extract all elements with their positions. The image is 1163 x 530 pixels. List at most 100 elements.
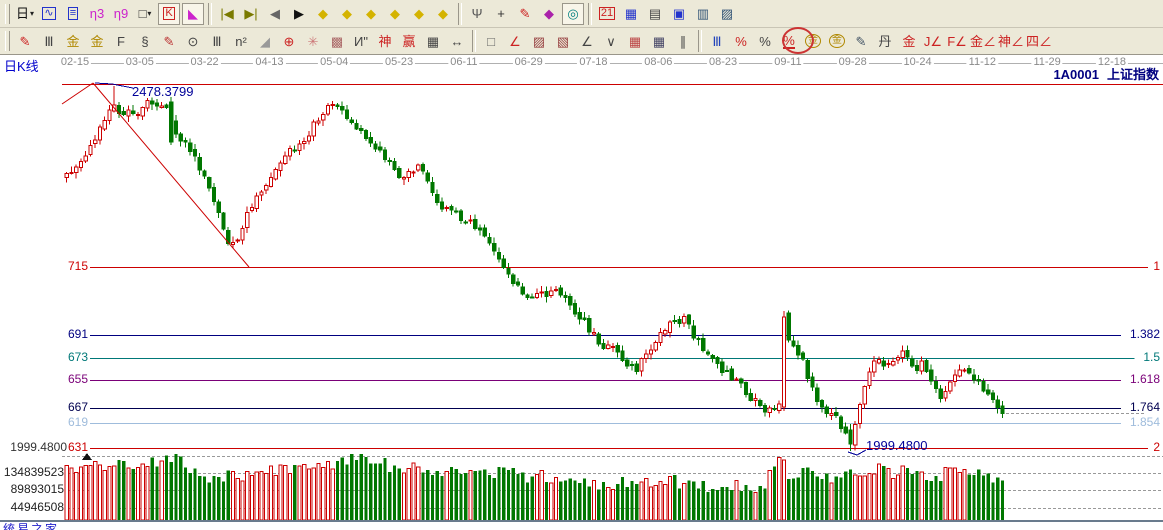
volume-bar-down xyxy=(179,457,182,520)
volume-bar-up xyxy=(830,483,833,520)
volume-bar-down xyxy=(493,478,496,520)
volume-bar-up xyxy=(326,461,329,520)
volume-bar-up xyxy=(659,482,662,520)
candle-down xyxy=(217,202,220,212)
volume-bar-down xyxy=(626,487,629,520)
candle-up xyxy=(317,121,320,123)
volume-bar-up xyxy=(246,471,249,520)
volume-bar-up xyxy=(108,466,111,520)
volume-bar-down xyxy=(939,481,942,520)
date-label: 02-15 xyxy=(59,56,91,68)
pane-splitter[interactable] xyxy=(0,520,1163,522)
candle-up xyxy=(250,208,253,211)
candle-up xyxy=(877,360,880,363)
candle-down xyxy=(203,171,206,176)
candle-down xyxy=(474,219,477,228)
trend-line[interactable] xyxy=(62,83,93,104)
period-label: 日K线 xyxy=(4,60,39,74)
volume-bar-down xyxy=(692,481,695,520)
candle-down xyxy=(208,177,211,187)
candle-down xyxy=(516,282,519,285)
candle-up xyxy=(274,170,277,179)
candle-up xyxy=(754,399,757,401)
volume-bar-down xyxy=(597,489,600,520)
candle-down xyxy=(184,140,187,142)
candle-up xyxy=(540,292,543,293)
candle-down xyxy=(744,382,747,394)
date-label: 09-28 xyxy=(837,56,869,68)
volume-bar-up xyxy=(554,477,557,520)
volume-bar-down xyxy=(849,469,852,520)
candle-up xyxy=(953,375,956,382)
candle-down xyxy=(749,393,752,400)
date-label: 07-18 xyxy=(577,56,609,68)
candle-down xyxy=(787,313,790,340)
volume-bar-up xyxy=(778,458,781,520)
volume-bar-down xyxy=(906,468,909,520)
volume-bar-down xyxy=(934,476,937,520)
candle-up xyxy=(326,106,329,115)
swing-low-annotation[interactable]: 1999.4800 xyxy=(866,439,927,453)
candle-down xyxy=(341,107,344,110)
volume-bar-down xyxy=(459,474,462,520)
volume-bar-down xyxy=(687,480,690,520)
candle-down xyxy=(388,161,391,162)
candle-up xyxy=(868,372,871,385)
volume-bar-up xyxy=(113,466,116,520)
candle-up xyxy=(284,156,287,164)
candle-down xyxy=(982,382,985,392)
candle-down xyxy=(455,211,458,212)
candle-down xyxy=(531,297,534,298)
chart-canvas[interactable] xyxy=(0,0,1163,530)
candle-down xyxy=(364,130,367,138)
date-label: 08-23 xyxy=(707,56,739,68)
volume-bar-down xyxy=(184,468,187,520)
candle-down xyxy=(383,150,386,160)
volume-bar-up xyxy=(75,473,78,520)
candle-down xyxy=(968,369,971,373)
candle-up xyxy=(260,192,263,195)
candle-up xyxy=(255,196,258,209)
volume-bar-up xyxy=(735,480,738,520)
swing-high-annotation[interactable]: 2478.3799 xyxy=(132,85,193,99)
candle-down xyxy=(792,341,795,346)
candle-up xyxy=(735,379,738,380)
highlight-ellipse-annotation[interactable] xyxy=(782,27,814,54)
volume-bar-up xyxy=(445,471,448,520)
candle-down xyxy=(545,292,548,297)
candle-down xyxy=(440,202,443,209)
candle-down xyxy=(421,165,424,171)
candle-down xyxy=(673,320,676,321)
candle-down xyxy=(882,361,885,366)
fib-right-label: 1.5 xyxy=(1143,351,1160,364)
candle-down xyxy=(692,326,695,338)
fib-left-label: 691 xyxy=(40,328,88,341)
volume-bar-up xyxy=(103,471,106,520)
volume-bar-down xyxy=(787,479,790,520)
candle-down xyxy=(155,103,158,106)
volume-bar-down xyxy=(673,475,676,520)
date-label: 06-11 xyxy=(448,56,479,68)
volume-bar-up xyxy=(279,465,282,520)
volume-bar-down xyxy=(725,487,728,520)
volume-bar-up xyxy=(412,463,415,520)
volume-bar-down xyxy=(507,470,510,520)
volume-bar-down xyxy=(455,469,458,520)
candle-down xyxy=(398,169,401,178)
candle-down xyxy=(906,351,909,357)
volume-bar-down xyxy=(806,467,809,520)
volume-bar-down xyxy=(341,458,344,520)
volume-bar-down xyxy=(996,478,999,520)
candle-up xyxy=(664,330,667,334)
candle-down xyxy=(488,237,491,243)
candle-up xyxy=(79,161,82,167)
volume-bar-down xyxy=(364,457,367,520)
fib-right-label: 1.382 xyxy=(1130,328,1160,341)
volume-bar-down xyxy=(440,476,443,520)
volume-bar-down xyxy=(208,483,211,520)
volume-bar-down xyxy=(526,482,529,520)
volume-bar-down xyxy=(1001,481,1004,520)
candle-up xyxy=(592,333,595,334)
candle-up xyxy=(920,361,923,371)
volume-bar-down xyxy=(588,486,591,520)
